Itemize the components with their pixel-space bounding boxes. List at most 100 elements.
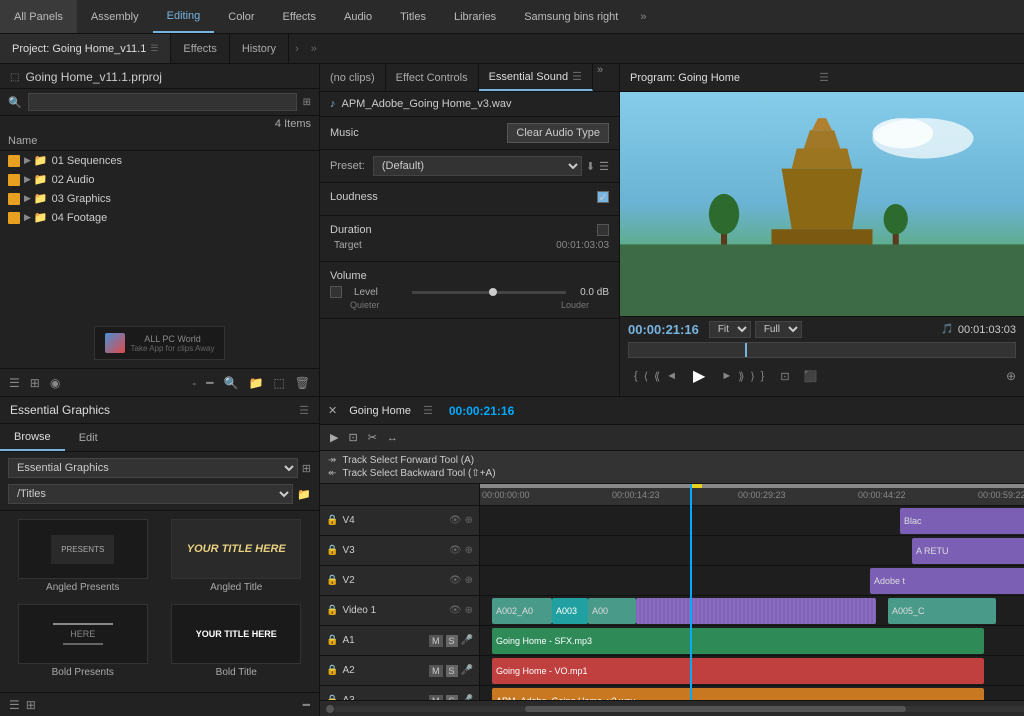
settings-icon[interactable]: ⊕ (1006, 369, 1016, 383)
expand-arrow[interactable]: ▶ (24, 174, 31, 185)
track-mic-a2[interactable]: 🎤 (461, 665, 473, 677)
menu-more-icon[interactable]: » (632, 11, 654, 23)
track-eye-v3[interactable]: 👁 (449, 545, 462, 556)
track-sync-v2[interactable]: ⊕ (465, 575, 473, 586)
tab-no-clips[interactable]: (no clips) (320, 64, 386, 91)
panels-expander[interactable]: › (289, 43, 305, 55)
zoom-slider-icon[interactable]: ━ (203, 374, 216, 392)
slider-icon[interactable]: ◉ (47, 374, 63, 392)
list-view-icon[interactable]: ☰ (6, 374, 23, 392)
track-lock-a2[interactable]: 🔒 (326, 665, 338, 676)
timeline-menu-icon[interactable]: ☰ (423, 404, 433, 417)
step-forward-icon[interactable]: ⟫ (736, 368, 746, 385)
track-sync-v1[interactable]: ⊕ (465, 605, 473, 616)
play-button[interactable]: ▶ (689, 364, 709, 388)
graphics-list-icon[interactable]: ☰ (6, 696, 23, 714)
new-item-icon[interactable]: ⬚ (270, 374, 287, 392)
clip-v2-adobe[interactable]: Adobe t (870, 568, 1024, 594)
graphics-item-angled-presents[interactable]: PRESENTS Angled Presents (8, 519, 158, 600)
search-toolbar-icon[interactable]: 🔍 (221, 374, 242, 392)
folder-04-footage[interactable]: ▶ 📁 04 Footage (0, 208, 319, 227)
track-mic-a1[interactable]: 🎤 (461, 635, 473, 647)
mark-out-icon[interactable]: ⟩ (748, 368, 756, 385)
expand-arrow[interactable]: ▶ (24, 155, 31, 166)
grid-view-icon[interactable]: ⊞ (27, 374, 43, 392)
track-eye-v1[interactable]: 👁 (449, 605, 462, 616)
duration-checkbox[interactable] (597, 224, 609, 236)
level-checkbox[interactable] (330, 286, 342, 298)
track-lock-v2[interactable]: 🔒 (326, 575, 338, 586)
current-timecode[interactable]: 00:00:21:16 (628, 322, 699, 337)
graphics-item-angled-title[interactable]: YOUR TITLE HERE Angled Title (162, 519, 312, 600)
mark-in-icon[interactable]: ⟨ (642, 368, 650, 385)
lift-extract-icon[interactable]: ⊡ (780, 370, 789, 383)
clip-v1-waveform[interactable] (636, 598, 876, 624)
preset-select[interactable]: (Default) (373, 156, 582, 176)
menu-assembly[interactable]: Assembly (77, 0, 153, 33)
clip-a2-vo[interactable]: Going Home - VO.mp1 (492, 658, 984, 684)
timeline-tool-slip[interactable]: ↔ (383, 430, 402, 446)
clip-v3-return[interactable]: A RETU (912, 538, 1024, 564)
graphics-browse-icon[interactable]: ⊞ (302, 462, 311, 475)
zoom-out-icon[interactable]: - (189, 374, 199, 392)
tab-effects[interactable]: Effects (171, 34, 229, 63)
track-lock-a1[interactable]: 🔒 (326, 635, 338, 646)
level-slider[interactable] (412, 291, 566, 294)
graphics-search-select[interactable]: Essential Graphics (8, 458, 298, 478)
clip-a1-sfx[interactable]: Going Home - SFX.mp3 (492, 628, 984, 654)
clear-audio-type-button[interactable]: Clear Audio Type (507, 123, 609, 143)
fit-select[interactable]: Fit (709, 321, 751, 338)
track-backward-tool[interactable]: ↞ Track Select Backward Tool (⇧+A) (328, 468, 1024, 479)
tab-edit[interactable]: Edit (65, 424, 112, 451)
clip-v1-a005[interactable]: A005_C (888, 598, 996, 624)
menu-audio[interactable]: Audio (330, 0, 386, 33)
track-mute-a2[interactable]: M (429, 665, 443, 677)
folder-toolbar-icon[interactable]: 📁 (245, 374, 266, 392)
export-frame-icon[interactable]: ⬛ (804, 370, 818, 383)
expand-arrow[interactable]: ▶ (24, 212, 31, 223)
track-sync-v3[interactable]: ⊕ (465, 545, 473, 556)
clip-a3-music[interactable]: APM_Adobe_Going Home_v3.wav (492, 688, 984, 700)
track-forward-tool[interactable]: ↠ Track Select Forward Tool (A) (328, 455, 1024, 466)
graphics-menu-icon[interactable]: ☰ (299, 404, 309, 417)
menu-effects[interactable]: Effects (269, 0, 330, 33)
menu-editing[interactable]: Editing (153, 0, 215, 33)
timeline-scrollbar[interactable] (320, 700, 1024, 716)
menu-color[interactable]: Color (214, 0, 268, 33)
frame-back-icon[interactable]: ◄ (664, 368, 679, 385)
quality-select[interactable]: Full (755, 321, 802, 338)
timeline-tool-arrow[interactable]: ▶ (326, 429, 342, 446)
timeline-close-icon[interactable]: ✕ (328, 404, 337, 417)
clip-v1-a003[interactable]: A003 (552, 598, 588, 624)
graphics-slider-icon[interactable]: ━ (300, 696, 313, 714)
preset-download-icon[interactable]: ⬇ (586, 160, 595, 173)
graphics-grid-icon[interactable]: ⊞ (23, 696, 39, 714)
tab-project[interactable]: Project: Going Home_v11.1 ☰ (0, 34, 171, 63)
scroll-thumb[interactable] (525, 706, 906, 712)
frame-forward-icon[interactable]: ► (719, 368, 734, 385)
track-lock-v1[interactable]: 🔒 (326, 605, 338, 616)
folder-02-audio[interactable]: ▶ 📁 02 Audio (0, 170, 319, 189)
search-input[interactable] (28, 93, 297, 111)
panels-more[interactable]: » (305, 43, 323, 55)
graphics-item-bold-presents[interactable]: HERE Bold Presents (8, 604, 158, 685)
track-solo-a1[interactable]: S (446, 635, 458, 647)
expand-arrow[interactable]: ▶ (24, 193, 31, 204)
track-eye-v2[interactable]: 👁 (449, 575, 462, 586)
loudness-checkbox[interactable]: ✓ (597, 191, 609, 203)
scroll-start-dot[interactable] (326, 705, 334, 713)
track-mute-a1[interactable]: M (429, 635, 443, 647)
program-menu-icon[interactable]: ☰ (819, 71, 829, 84)
timeline-tool-razor[interactable]: ✂ (364, 429, 381, 446)
graphics-path-select[interactable]: /Titles (8, 484, 293, 504)
tab-browse[interactable]: Browse (0, 424, 65, 451)
timeline-scrubber[interactable] (628, 342, 1016, 358)
clip-v4-black[interactable]: Blac (900, 508, 1024, 534)
tab-effect-controls[interactable]: Effect Controls (386, 64, 479, 91)
scroll-track[interactable] (334, 706, 1024, 712)
graphics-folder-icon[interactable]: 📁 (297, 488, 311, 501)
menu-samsung[interactable]: Samsung bins right (510, 0, 632, 33)
tab-history[interactable]: History (230, 34, 289, 63)
track-eye-v4[interactable]: 👁 (449, 515, 462, 526)
track-sync-v4[interactable]: ⊕ (465, 515, 473, 526)
